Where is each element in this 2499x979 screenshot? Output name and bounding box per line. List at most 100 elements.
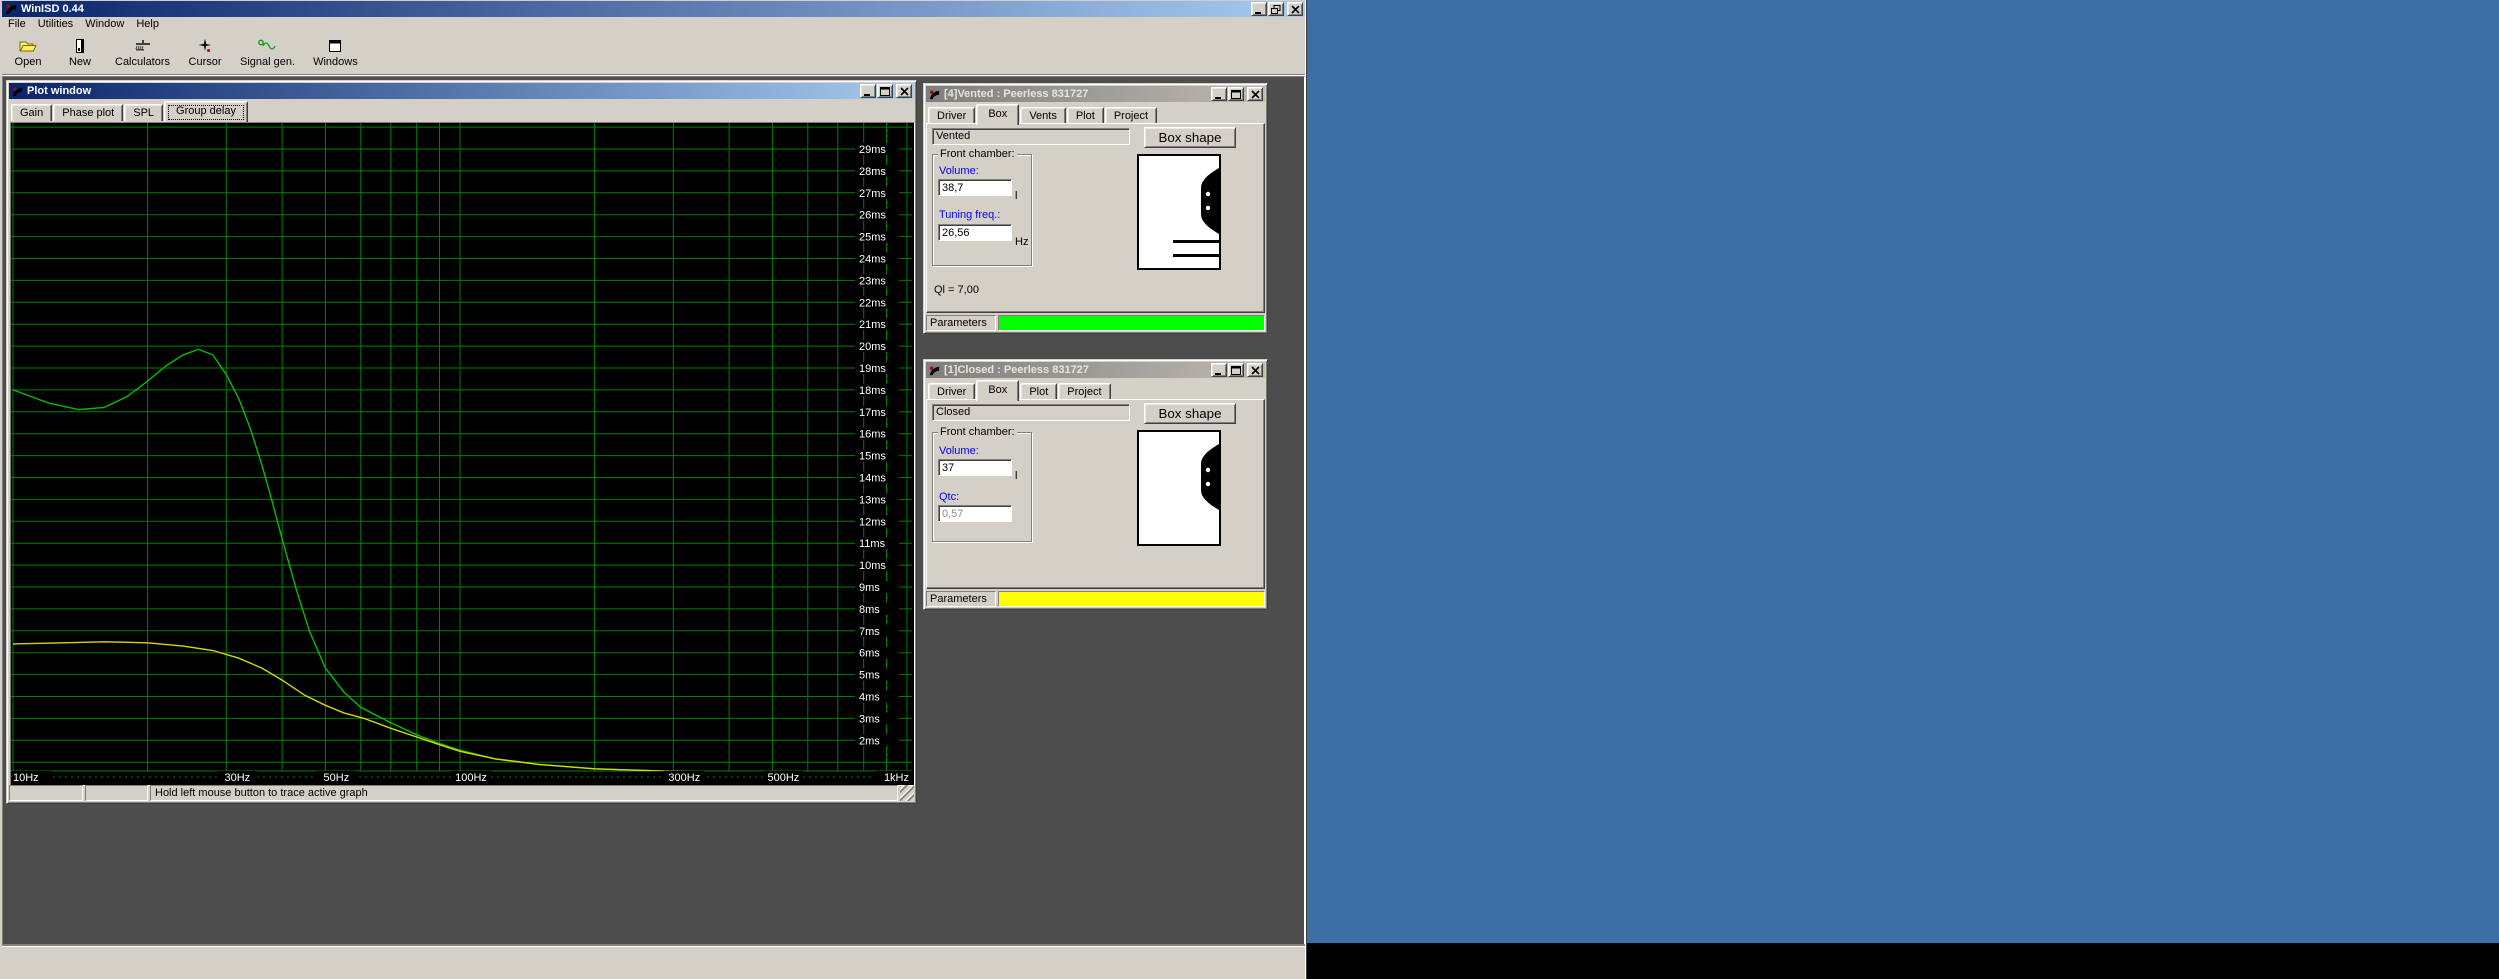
vented-window-title: [4]Vented : Peerless 831727 [944, 88, 1208, 100]
plot-close-button[interactable] [896, 84, 912, 98]
cursor-crosshair-icon [195, 38, 215, 54]
tool-label: Open [15, 56, 42, 68]
maximize-icon [880, 87, 890, 96]
closed-tabs: Driver Box Plot Project [926, 379, 1112, 400]
signal-gen-button[interactable]: Signal gen. [231, 33, 304, 73]
signal-generator-icon [257, 38, 279, 54]
svg-text:13ms: 13ms [859, 494, 886, 506]
resize-grip[interactable] [900, 785, 914, 801]
tab-driver[interactable]: Driver [928, 383, 975, 400]
bottom-black-strip [1307, 943, 2499, 979]
tab-box[interactable]: Box [976, 380, 1019, 401]
menu-file[interactable]: File [2, 17, 32, 31]
vented-window-icon [928, 88, 941, 101]
svg-text:2ms: 2ms [859, 735, 880, 747]
svg-text:7ms: 7ms [859, 626, 880, 638]
svg-text:10Hz: 10Hz [13, 772, 39, 783]
tab-vents[interactable]: Vents [1020, 107, 1066, 124]
svg-text:24ms: 24ms [859, 254, 886, 266]
plot-window-titlebar[interactable]: Plot window [9, 83, 914, 99]
svg-text:6ms: 6ms [859, 648, 880, 660]
svg-text:28ms: 28ms [859, 166, 886, 178]
vented-window-titlebar[interactable]: [4]Vented : Peerless 831727 [926, 86, 1265, 102]
status-panel-1 [9, 785, 83, 801]
tab-group-delay[interactable]: Group delay [164, 101, 248, 122]
tab-plot[interactable]: Plot [1067, 107, 1104, 124]
tab-project[interactable]: Project [1105, 107, 1157, 124]
tab-gain[interactable]: Gain [11, 104, 52, 121]
vented-maximize-button[interactable] [1228, 87, 1244, 101]
parameters-status-indicator [998, 591, 1265, 607]
closed-close-button[interactable] [1247, 363, 1263, 377]
status-panel-2 [85, 785, 148, 801]
plot-area[interactable]: 29ms28ms27ms26ms25ms24ms23ms22ms21ms20ms… [10, 122, 915, 786]
close-button[interactable] [1287, 2, 1303, 16]
svg-text:18ms: 18ms [859, 385, 886, 397]
minimize-button[interactable] [1251, 2, 1267, 16]
vented-minimize-button[interactable] [1211, 87, 1227, 101]
minimize-icon [863, 87, 873, 96]
close-icon [900, 87, 909, 96]
closed-maximize-button[interactable] [1228, 363, 1244, 377]
svg-text:50Hz: 50Hz [324, 772, 350, 783]
windows-button[interactable]: Windows [304, 33, 367, 73]
app-title: WinISD 0.44 [21, 3, 1248, 15]
tab-plot[interactable]: Plot [1020, 383, 1057, 400]
closed-window-title: [1]Closed : Peerless 831727 [944, 364, 1208, 376]
cursor-button[interactable]: Cursor [179, 33, 231, 73]
closed-minimize-button[interactable] [1211, 363, 1227, 377]
winisd-app-icon [4, 2, 18, 16]
menu-help[interactable]: Help [130, 17, 165, 31]
parameters-label: Parameters [926, 591, 996, 607]
closed-window-titlebar[interactable]: [1]Closed : Peerless 831727 [926, 362, 1265, 378]
tab-project[interactable]: Project [1058, 383, 1110, 400]
open-folder-icon [18, 38, 38, 54]
svg-text:9ms: 9ms [859, 582, 880, 594]
vented-close-button[interactable] [1247, 87, 1263, 101]
svg-text:4ms: 4ms [859, 692, 880, 704]
new-document-icon [70, 38, 90, 54]
minimize-icon [1214, 90, 1224, 99]
windows-icon [325, 38, 345, 54]
main-titlebar[interactable]: WinISD 0.44 [2, 1, 1305, 17]
plot-minimize-button[interactable] [860, 84, 876, 98]
app-statusbar [2, 946, 1305, 977]
desktop-wallpaper [1307, 0, 2499, 943]
tab-phase-plot[interactable]: Phase plot [53, 104, 123, 121]
plot-tabs: Gain Phase plot SPL Group delay [9, 100, 249, 121]
vented-tabs: Driver Box Vents Plot Project [926, 103, 1158, 124]
vented-box-tabpage [926, 123, 1265, 313]
maximize-icon [1231, 90, 1241, 99]
closed-box-tabpage [926, 399, 1265, 589]
menu-utilities[interactable]: Utilities [32, 17, 79, 31]
minimize-icon [1214, 366, 1224, 375]
new-button[interactable]: New [54, 33, 106, 73]
vented-box-window: [4]Vented : Peerless 831727 [923, 83, 1268, 334]
status-hint: Hold left mouse button to trace active g… [150, 785, 898, 801]
svg-text:11ms: 11ms [859, 538, 886, 550]
svg-text:3ms: 3ms [859, 713, 880, 725]
svg-text:27ms: 27ms [859, 188, 886, 200]
tab-spl[interactable]: SPL [124, 104, 163, 121]
svg-text:21ms: 21ms [859, 319, 886, 331]
tab-driver[interactable]: Driver [928, 107, 975, 124]
plot-window: Plot window [6, 80, 917, 804]
svg-text:10ms: 10ms [859, 560, 886, 572]
tool-label: Signal gen. [240, 56, 295, 68]
mdi-client-area: Plot window [2, 76, 1305, 946]
tab-box[interactable]: Box [976, 104, 1019, 125]
group-delay-chart[interactable]: 29ms28ms27ms26ms25ms24ms23ms22ms21ms20ms… [11, 123, 912, 783]
calculators-button[interactable]: Calculators [106, 33, 179, 73]
tool-label: Calculators [115, 56, 170, 68]
svg-text:16ms: 16ms [859, 429, 886, 441]
svg-text:22ms: 22ms [859, 297, 886, 309]
plot-maximize-button[interactable] [877, 84, 893, 98]
tool-label: Windows [313, 56, 358, 68]
restore-icon [1271, 5, 1281, 14]
restore-button[interactable] [1268, 2, 1284, 16]
winisd-application-window: WinISD 0.44 File [0, 0, 1307, 979]
open-button[interactable]: Open [2, 33, 54, 73]
parameters-label: Parameters [926, 315, 996, 331]
svg-text:12ms: 12ms [859, 516, 886, 528]
menu-window[interactable]: Window [79, 17, 130, 31]
